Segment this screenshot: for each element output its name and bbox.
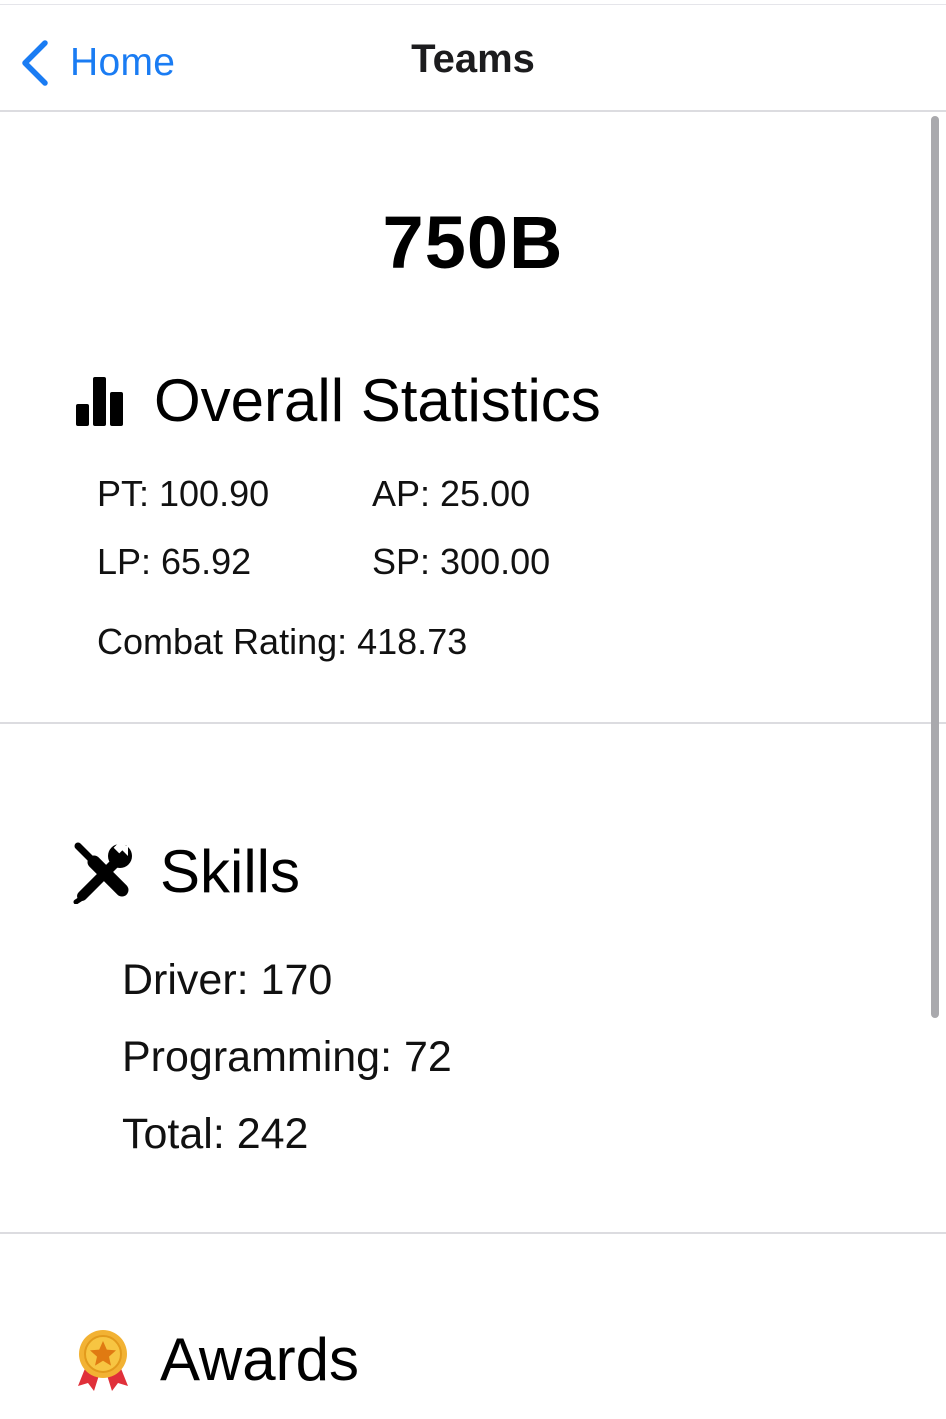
skill-total: Total: 242 (122, 1110, 309, 1158)
bar-chart-icon (76, 376, 123, 426)
section-title-skills: Skills (160, 838, 301, 905)
team-number: 750B (382, 201, 564, 284)
wrench-screwdriver-icon (73, 840, 132, 904)
stat-pt: PT: 100.90 (97, 473, 270, 514)
stat-sp: SP: 300.00 (372, 541, 551, 582)
section-divider (0, 722, 946, 724)
stat-combat-rating: Combat Rating: 418.73 (97, 621, 468, 662)
stat-ap: AP: 25.00 (372, 473, 531, 514)
navbar-divider (0, 110, 946, 112)
overall-statistics-header: Overall Statistics (72, 366, 601, 435)
medal-icon (78, 1329, 128, 1391)
skill-programming: Programming: 72 (122, 1033, 452, 1081)
vertical-scrollbar[interactable] (931, 116, 939, 1018)
awards-header: Awards (72, 1325, 359, 1394)
page-title: Teams (411, 37, 535, 81)
skills-header: Skills (72, 837, 300, 906)
section-title-overall-statistics: Overall Statistics (154, 367, 601, 434)
skill-driver: Driver: 170 (122, 956, 333, 1004)
section-title-awards: Awards (160, 1326, 359, 1393)
section-divider (0, 1232, 946, 1234)
stat-lp: LP: 65.92 (97, 541, 252, 582)
navigation-bar: Home Teams (0, 5, 946, 110)
